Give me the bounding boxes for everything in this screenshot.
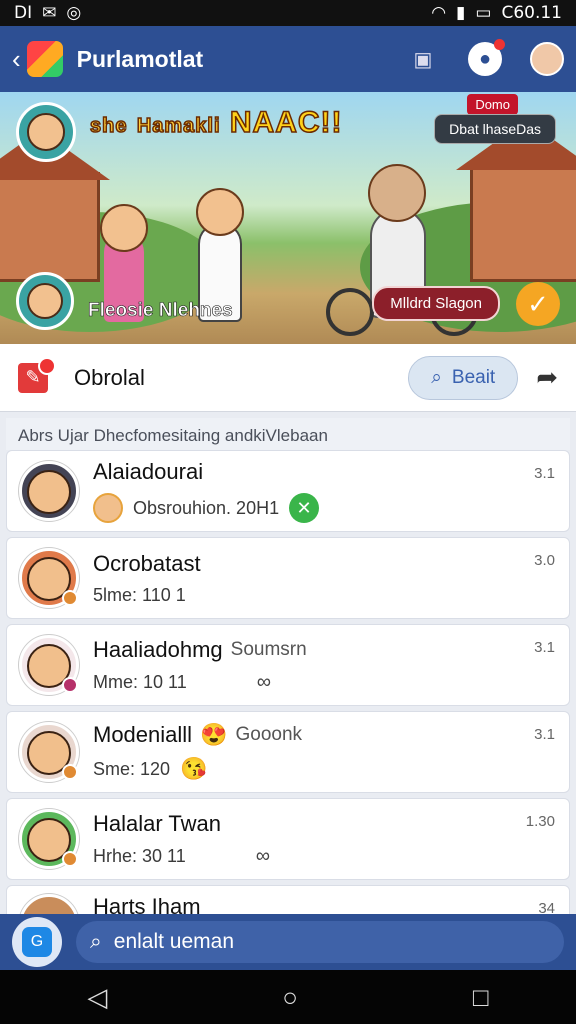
- signal-icon: ▮: [456, 3, 466, 23]
- banner-top-pill[interactable]: Dbat lhaseDas: [434, 114, 556, 144]
- list-item[interactable]: Halalar Twan Hrhe: 30 11 ∞ 1.30: [6, 798, 570, 880]
- item-sub: Mme: 10 11: [93, 671, 187, 692]
- avatar: [19, 548, 79, 608]
- recents-icon[interactable]: □: [473, 982, 489, 1013]
- section-header: ✎ Obrolal ⌕ Beait ➦: [0, 344, 576, 412]
- item-sub: Obsrouhion. 20H1: [133, 497, 280, 518]
- banner-action-pill[interactable]: Mlldrd Slagon: [372, 286, 500, 321]
- item-time: 3.1: [534, 726, 555, 743]
- wifi-icon: ◠: [431, 3, 447, 23]
- avatar: [19, 722, 79, 782]
- bottom-search-text: enlalt ueman: [113, 930, 235, 953]
- status-left-text: DI: [14, 3, 33, 23]
- item-name: Halalar Twan: [93, 810, 221, 836]
- app-title: Purlamotlat: [76, 45, 204, 72]
- sync-icon: ◎: [66, 3, 82, 23]
- monitor-icon[interactable]: ▣: [406, 42, 440, 76]
- mini-avatar: [93, 493, 123, 523]
- item-name-extra: Soumsrn: [230, 638, 307, 660]
- item-name-extra: Gooonk: [235, 724, 303, 745]
- banner-top-badge: Domo: [467, 94, 518, 115]
- item-time: 3.1: [534, 465, 555, 482]
- section-title: Obrolal: [74, 364, 145, 390]
- emoji-icon: 😍: [200, 722, 228, 747]
- notification-icon: ✉: [42, 3, 57, 23]
- search-button[interactable]: ⌕ Beait: [408, 355, 519, 400]
- profile-avatar[interactable]: [530, 42, 564, 76]
- avatar: [19, 809, 79, 869]
- search-icon: ⌕: [431, 366, 442, 388]
- status-bar: DI ✉ ◎ ◠ ▮ ▭ C60.11: [0, 0, 576, 26]
- item-sub: 5lme: 110 1: [93, 584, 186, 605]
- loop-icon: ∞: [256, 670, 271, 693]
- item-time: 3.1: [534, 639, 555, 656]
- banner-avatar-top[interactable]: [16, 102, 76, 162]
- avatar: [19, 635, 79, 695]
- item-name: Modenialll: [93, 722, 193, 747]
- item-name: Alaiadourai: [93, 459, 204, 484]
- item-name: Ocrobatast: [93, 550, 201, 576]
- item-time: 1.30: [525, 813, 555, 830]
- hero-banner[interactable]: she Hamakli NAAC!! Domo Dbat lhaseDas Ml…: [0, 92, 576, 344]
- emoji-icon: 😘: [180, 756, 208, 781]
- check-icon[interactable]: ✓: [516, 282, 560, 326]
- home-icon[interactable]: ○: [282, 982, 298, 1013]
- item-time: 3.0: [534, 552, 555, 569]
- banner-caption: Fleosie Nlehnes: [88, 300, 233, 322]
- close-circle-icon[interactable]: ✕: [289, 493, 320, 523]
- chat-list: Alaiadourai Obsrouhion. 20H1 ✕ 3.1 Ocrob…: [6, 450, 570, 934]
- app-bar: ‹ Purlamotlat ▣ ●: [0, 26, 576, 92]
- loop-icon: ∞: [255, 844, 270, 867]
- back-triangle-icon[interactable]: ◁: [87, 982, 107, 1013]
- item-sub: Hrhe: 30 11: [93, 845, 186, 866]
- battery-icon: ▭: [475, 3, 492, 23]
- system-nav-bar: ◁ ○ □: [0, 970, 576, 1024]
- bottom-search-input[interactable]: ⌕ enlalt ueman: [76, 921, 564, 963]
- search-button-label: Beait: [451, 366, 496, 388]
- banner-avatar-bottom[interactable]: [16, 272, 74, 330]
- status-time: C60.11: [501, 3, 562, 23]
- app-logo: [26, 41, 63, 77]
- list-item[interactable]: Alaiadourai Obsrouhion. 20H1 ✕ 3.1: [6, 450, 570, 532]
- banner-title: she Hamakli NAAC!!: [89, 105, 343, 140]
- item-sub: Sme: 120: [93, 758, 171, 779]
- compose-icon: G: [22, 927, 52, 957]
- item-name: Haaliadohmg: [93, 636, 223, 662]
- notes-icon[interactable]: ✎: [18, 356, 56, 393]
- chevron-left-icon[interactable]: ‹: [12, 44, 21, 75]
- compose-button[interactable]: G: [12, 917, 62, 967]
- list-item[interactable]: Haaliadohmg Soumsrn Mme: 10 11 ∞ 3.1: [6, 624, 570, 706]
- avatar: [19, 461, 79, 521]
- chat-icon[interactable]: ●: [468, 39, 505, 76]
- list-subheader: Abrs Ujar Dhecfomesitaing andkiVlebaan: [6, 418, 570, 450]
- share-icon[interactable]: ➦: [536, 362, 558, 393]
- bottom-bar: G ⌕ enlalt ueman: [0, 914, 576, 970]
- search-icon: ⌕: [90, 930, 102, 953]
- list-item[interactable]: Modenialll 😍 Gooonk Sme: 120 😘 3.1: [6, 711, 570, 793]
- list-item[interactable]: Ocrobatast 5lme: 110 1 3.0: [6, 537, 570, 619]
